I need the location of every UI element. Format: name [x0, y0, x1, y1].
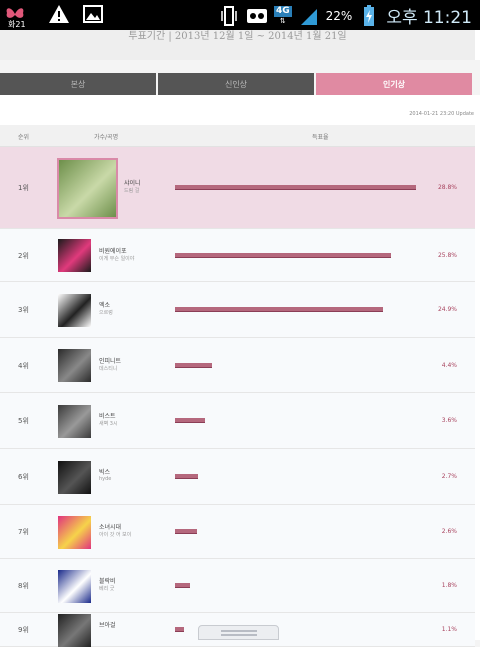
ranking-row[interactable]: 8위 블락비 베리 굿 1.8% [0, 559, 475, 613]
vote-share-bar [175, 583, 190, 588]
warning-icon [48, 3, 70, 25]
vote-share-bar [175, 529, 197, 534]
artist-name: 빅스 [99, 469, 111, 476]
artist-name: 인피니트 [99, 357, 122, 365]
ranking-row[interactable]: 3위 엑소 으르렁 24.9% [0, 282, 475, 338]
voicemail-icon [246, 5, 268, 27]
tab-label: 신인상 [224, 79, 248, 89]
vote-percent: 28.8% [437, 184, 457, 191]
rank-label: 9위 [18, 626, 29, 634]
album-thumbnail [58, 293, 91, 327]
rank-label: 1위 [18, 184, 29, 192]
rank-label: 4위 [18, 361, 29, 370]
song-title: 드림 걸 [124, 188, 140, 194]
vote-percent: 2.7% [441, 473, 457, 480]
ranking-row[interactable]: 2위 비원에이포 이게 무슨 일이야 25.8% [0, 229, 475, 282]
artist-name: 비원에이포 [99, 247, 127, 255]
update-timestamp: 2014-01-21 23:20 Update [409, 111, 474, 117]
ranking-row[interactable]: 5위 비스트 새벽 3시 3.6% [0, 393, 475, 449]
vote-share-bar [175, 418, 205, 423]
rank-label: 3위 [18, 306, 29, 314]
rank-label: 2위 [18, 251, 29, 260]
album-thumbnail [58, 460, 91, 494]
vote-percent: 3.6% [441, 417, 457, 424]
song-title: 으르렁 [99, 310, 113, 316]
vote-percent: 1.1% [441, 626, 457, 633]
album-thumbnail [58, 349, 91, 382]
vote-share-bar [175, 185, 416, 190]
song-title: hyde [99, 476, 112, 482]
share-column-label: 득표율 [312, 134, 329, 141]
vote-percent: 25.8% [437, 251, 457, 259]
vote-percent: 4.4% [441, 361, 457, 369]
signal-icon [298, 5, 320, 27]
song-title: 아이 갓 어 보이 [99, 532, 132, 538]
album-thumbnail [58, 239, 91, 272]
vibrate-icon [218, 5, 240, 27]
song-title: 데스티니 [99, 365, 118, 372]
ranking-row[interactable]: 7위 소녀시대 아이 갓 어 보이 2.6% [0, 505, 475, 559]
scroll-popup[interactable] [198, 625, 279, 640]
battery-charging-icon [358, 4, 380, 27]
artist-name: 브아걸 [99, 622, 116, 629]
album-thumbnail [57, 157, 118, 219]
tab-rookie-award[interactable]: 신인상 [158, 73, 314, 95]
header-strip: 투표기간 | 2013년 12월 1일 ~ 2014년 1월 21일 [0, 30, 475, 60]
album-thumbnail [58, 515, 91, 549]
rank-label: 7위 [18, 528, 29, 536]
tab-label: 본상 [70, 79, 86, 89]
date-label: 화21 [8, 20, 26, 29]
rank-label: 5위 [18, 417, 29, 425]
vote-percent: 1.8% [441, 582, 457, 589]
vote-share-bar [175, 307, 383, 312]
rank-column-label: 순위 [18, 134, 30, 141]
clock: 오후 11:21 [386, 8, 472, 28]
artist-name: 엑소 [99, 302, 111, 309]
album-thumbnail [58, 613, 91, 647]
gallery-icon [82, 3, 104, 25]
vote-percent: 24.9% [437, 306, 457, 313]
artist-name: 비스트 [99, 413, 116, 420]
ranking-row[interactable]: 1위 샤이니 드림 걸 28.8% [0, 147, 475, 229]
tab-main-award[interactable]: 본상 [0, 73, 156, 95]
artist-column-label: 가수/곡명 [94, 134, 119, 141]
column-header: 순위 가수/곡명 득표율 [0, 125, 475, 147]
status-bar: 화21 4G ⇅ 22% 오후 11:21 [0, 0, 480, 30]
battery-percent: 22% [325, 8, 353, 23]
tab-label: 인기상 [382, 79, 406, 89]
vote-share-bar [175, 474, 198, 479]
ranking-row[interactable]: 4위 인피니트 데스티니 4.4% [0, 338, 475, 393]
album-thumbnail [58, 569, 91, 603]
song-title: 이게 무슨 일이야 [99, 255, 135, 262]
tab-popularity-award[interactable]: 인기상 [316, 73, 472, 95]
album-thumbnail [58, 404, 91, 438]
category-tabs: 본상 신인상 인기상 [0, 73, 472, 95]
vote-share-bar [175, 252, 391, 258]
song-title: 새벽 3시 [99, 421, 118, 427]
voting-period: 투표기간 | 2013년 12월 1일 ~ 2014년 1월 21일 [128, 31, 347, 42]
rank-label: 6위 [18, 473, 29, 481]
network-indicator: 4G ⇅ [273, 6, 292, 25]
song-title: 베리 굿 [99, 586, 115, 592]
artist-name: 샤이니 [124, 180, 141, 187]
data-arrows-icon: ⇅ [279, 17, 286, 25]
ranking-row[interactable]: 6위 빅스 hyde 2.7% [0, 449, 475, 505]
page-header: 투표기간 | 2013년 12월 1일 ~ 2014년 1월 21일 [0, 30, 480, 60]
vote-share-bar [175, 362, 212, 368]
vote-share-bar [175, 627, 184, 632]
artist-name: 소녀시대 [99, 524, 122, 531]
vote-percent: 2.6% [441, 528, 457, 535]
artist-name: 블락비 [99, 578, 116, 585]
popup-lines-icon [221, 630, 257, 638]
rank-label: 8위 [18, 582, 29, 590]
